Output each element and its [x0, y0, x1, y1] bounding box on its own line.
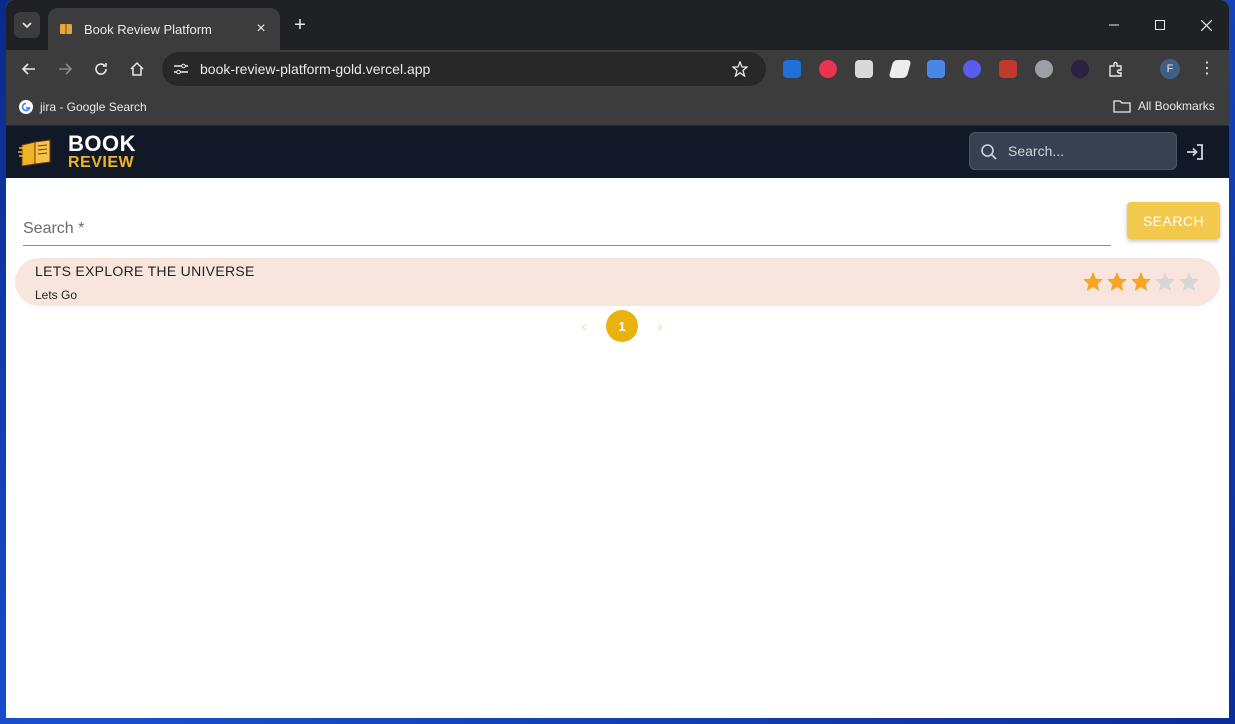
search-field-label: Search * [23, 220, 85, 237]
browser-tab[interactable]: Book Review Platform × [48, 8, 280, 50]
extension-icon[interactable] [963, 60, 981, 78]
puzzle-icon [1109, 61, 1122, 77]
extension-icon[interactable] [783, 60, 801, 78]
tab-search-button[interactable] [14, 12, 40, 38]
reload-button[interactable] [89, 57, 113, 81]
logo-text-bottom: REVIEW [68, 154, 135, 171]
close-icon [1200, 19, 1212, 31]
search-icon [981, 144, 997, 160]
book-title: LETS EXPLORE THE UNIVERSE [35, 263, 255, 279]
extension-icon[interactable] [1071, 60, 1089, 78]
maximize-button[interactable] [1137, 0, 1183, 50]
menu-kebab-icon[interactable]: ⋮ [1198, 60, 1216, 78]
browser-toolbar: book-review-platform-gold.vercel.app F ⋮ [6, 50, 1229, 88]
browser-window: Book Review Platform × + book-review-pla… [6, 0, 1229, 718]
extension-icon[interactable] [819, 60, 837, 78]
forward-button[interactable] [53, 57, 77, 81]
star-rating [1081, 270, 1201, 294]
back-button[interactable] [17, 57, 41, 81]
extension-icon[interactable] [1035, 60, 1053, 78]
pagination: ‹ 1 › [574, 310, 670, 342]
extension-icon[interactable] [888, 60, 912, 78]
book-card[interactable]: LETS EXPLORE THE UNIVERSE Lets Go [15, 258, 1220, 306]
reload-icon [95, 63, 107, 75]
address-bar[interactable]: book-review-platform-gold.vercel.app [162, 52, 766, 86]
url-text: book-review-platform-gold.vercel.app [200, 61, 431, 77]
close-window-button[interactable] [1183, 0, 1229, 50]
arrow-right-icon [59, 63, 73, 75]
close-tab-icon[interactable]: × [252, 20, 270, 38]
tab-strip: Book Review Platform × + [6, 0, 1229, 50]
search-button[interactable]: SEARCH [1127, 202, 1220, 239]
all-bookmarks-button[interactable]: All Bookmarks [1113, 99, 1215, 113]
folder-icon [1113, 100, 1131, 113]
maximize-icon [1155, 20, 1165, 30]
chevron-left-icon[interactable]: ‹ [574, 318, 594, 334]
google-icon [19, 100, 33, 114]
bookmark-label: jira - Google Search [40, 100, 147, 114]
star-filled-icon [1131, 272, 1151, 291]
star-filled-icon [1107, 272, 1127, 291]
puzzle-extensions-icon[interactable] [1107, 60, 1125, 78]
tab-title: Book Review Platform [84, 21, 212, 37]
star-empty-icon [1179, 272, 1199, 291]
extension-icon[interactable] [855, 60, 873, 78]
search-field[interactable]: Search * [23, 216, 1111, 246]
page-number-current[interactable]: 1 [606, 310, 638, 342]
minimize-icon [1109, 24, 1119, 26]
all-bookmarks-label: All Bookmarks [1138, 99, 1215, 113]
bookmark-item[interactable]: jira - Google Search [18, 99, 147, 115]
header-search-box [969, 132, 1177, 170]
profile-avatar[interactable]: F [1160, 59, 1180, 79]
site-info-icon[interactable] [173, 62, 189, 76]
bookmark-star-icon[interactable] [732, 61, 748, 77]
bookmarks-bar: jira - Google Search All Bookmarks [6, 88, 1229, 126]
window-controls [1091, 0, 1229, 50]
book-favicon-icon [60, 24, 72, 34]
star-filled-icon [1083, 272, 1103, 291]
home-button[interactable] [125, 57, 149, 81]
minimize-button[interactable] [1091, 0, 1137, 50]
main-content: Search * SEARCH LETS EXPLORE THE UNIVERS… [6, 178, 1229, 718]
extension-icon[interactable] [999, 60, 1017, 78]
chevron-down-icon [22, 22, 32, 29]
star-empty-icon [1155, 272, 1175, 291]
new-tab-button[interactable]: + [289, 14, 311, 36]
chevron-right-icon[interactable]: › [650, 318, 670, 334]
home-icon [130, 61, 144, 76]
site-header: BOOK REVIEW [6, 126, 1229, 178]
header-search-input[interactable] [1008, 133, 1168, 169]
login-icon[interactable] [1186, 143, 1204, 161]
translate-extension-icon[interactable] [927, 60, 945, 78]
arrow-left-icon [21, 63, 35, 75]
book-logo-icon[interactable] [18, 136, 54, 168]
book-subtitle: Lets Go [35, 288, 78, 302]
